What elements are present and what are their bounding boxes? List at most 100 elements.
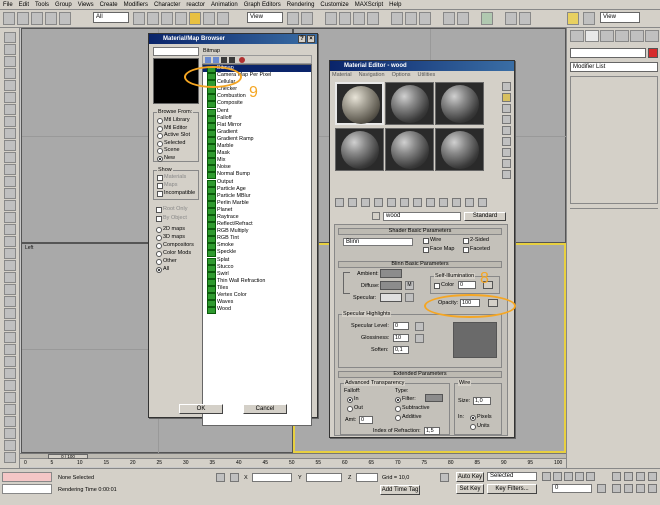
map-item[interactable]: Normal Bump [203,171,311,180]
create-tab[interactable] [570,30,584,42]
menu-item-reactor[interactable]: reactor [186,2,205,8]
map-item[interactable]: Reflect/Refract [203,221,311,230]
menu-item-help[interactable]: Help [389,2,401,8]
bevel-icon[interactable] [4,260,16,271]
map-item[interactable]: Swirl [203,271,311,279]
motion-tab[interactable] [615,30,629,42]
map-item[interactable]: Planet [203,207,311,215]
hierarchy-tab[interactable] [600,30,614,42]
z-coord-field[interactable] [356,473,378,482]
maptypes-option[interactable]: 3D maps [156,234,185,241]
curve-editor-icon[interactable] [443,12,455,25]
map-item[interactable]: Falloff [203,115,311,123]
shader-option-checkbox[interactable]: Faceted [463,246,490,253]
key-mode-dropdown[interactable]: Selected [487,472,537,481]
reference-coord-dropdown[interactable]: View [247,12,283,23]
wireunits-option[interactable]: Units [470,423,490,430]
move-icon[interactable] [189,12,201,25]
object-name-field[interactable] [570,48,646,58]
menu-item-modifiers[interactable]: Modifiers [124,2,148,8]
time-slider[interactable]: 0 / 100 [48,454,88,459]
map-list[interactable]: Bitmap Camera Map Per Pixel Cellular Checke… [202,64,312,426]
modifier-stack[interactable] [570,76,658,204]
turbosmooth-icon[interactable] [4,392,16,403]
zoom-all-icon[interactable] [624,472,633,481]
render-type-dropdown[interactable]: View [600,12,640,23]
absolute-mode-icon[interactable] [230,473,239,482]
wireunits-option[interactable]: Pixels [470,414,492,421]
next-frame-icon[interactable] [575,472,584,481]
filter-option-checkbox[interactable]: Root Only [156,206,187,213]
browsefrom-option[interactable]: Mtl Library [157,117,190,124]
browsefrom-option[interactable]: New [157,155,175,162]
twist-icon[interactable] [4,332,16,343]
editor-menu-item[interactable]: Material [332,72,352,80]
menu-item-animation[interactable]: Animation [211,2,238,8]
rect-selection-icon[interactable] [161,12,173,25]
slice-icon[interactable] [4,428,16,439]
y-coord-field[interactable] [306,473,342,482]
cylinder-icon[interactable] [4,140,16,151]
sample-slot-2[interactable] [385,82,434,125]
key-filters-button[interactable]: Key Filters... [487,484,537,494]
show-map-icon[interactable] [439,198,448,207]
video-check-icon[interactable] [502,126,511,135]
maxscript-input[interactable] [2,484,52,494]
shader-option-checkbox[interactable]: Wire [423,237,441,244]
edit-mesh-icon[interactable] [4,272,16,283]
view-list-icons-icon[interactable] [213,57,219,63]
specular-level-spinner[interactable]: 0 [393,322,409,330]
map-item[interactable]: Particle Age [203,186,311,194]
mirror-icon[interactable] [391,12,403,25]
menu-item-edit[interactable]: Edit [19,2,29,8]
render-icon[interactable] [519,12,531,25]
self-illum-value-spinner[interactable]: 0 [458,281,476,289]
modify-tab[interactable] [585,30,599,42]
menu-item-group[interactable]: Group [55,2,72,8]
map-item[interactable]: Noise [203,164,311,173]
ambient-color-swatch[interactable] [380,269,402,278]
spinner-snap-icon[interactable] [367,12,379,25]
pyramid-icon[interactable] [4,212,16,223]
maptypes-option[interactable]: Compositors [156,242,194,249]
falloffopts-option[interactable]: Out [347,405,363,412]
sample-slot-5[interactable] [385,128,434,171]
diffuse-map-button[interactable]: M [405,281,414,290]
relax-icon[interactable] [4,452,16,463]
go-to-parent-icon[interactable] [465,198,474,207]
map-item[interactable]: Marble [203,143,311,152]
map-item[interactable]: Particle MBlur [203,193,311,201]
teapot-icon[interactable] [4,164,16,175]
scale-icon[interactable] [217,12,229,25]
falloffopts-option[interactable]: In [347,396,359,403]
orbit-icon[interactable] [636,484,645,493]
extrude-icon[interactable] [4,236,16,247]
menu-item-character[interactable]: Character [154,2,180,8]
map-item[interactable]: Perlin Marble [203,200,311,208]
window-crossing-icon[interactable] [175,12,187,25]
go-forward-icon[interactable] [478,198,487,207]
typeopts-option[interactable]: Additive [395,414,422,421]
menu-item-customize[interactable]: Customize [320,2,348,8]
map-item[interactable]: Vertex Color [203,292,311,301]
uv-tiling-icon[interactable] [502,115,511,124]
sample-slot-1[interactable] [335,82,384,125]
map-item[interactable]: Flat Mirror [203,122,311,130]
play-icon[interactable] [564,472,573,481]
show-option-checkbox[interactable]: Materials [157,174,186,181]
shell-icon[interactable] [4,404,16,415]
ok-button[interactable]: OK [179,404,223,414]
specular-map-button[interactable] [405,293,414,302]
spec-level-map-button[interactable] [415,322,424,331]
zoom-extents-icon[interactable] [636,472,645,481]
editor-menu-item[interactable]: Utilities [418,72,436,80]
map-item[interactable]: Thin Wall Refraction [203,278,311,286]
sample-slot-6[interactable] [435,128,484,171]
show-option-checkbox[interactable]: Maps [157,182,177,189]
add-time-tag-button[interactable]: Add Time Tag [380,485,420,495]
redo-icon[interactable] [17,12,29,25]
browsefrom-option[interactable]: Active Slot [157,132,190,139]
angle-snap-icon[interactable] [339,12,351,25]
options-icon[interactable] [502,148,511,157]
percent-snap-icon[interactable] [353,12,365,25]
